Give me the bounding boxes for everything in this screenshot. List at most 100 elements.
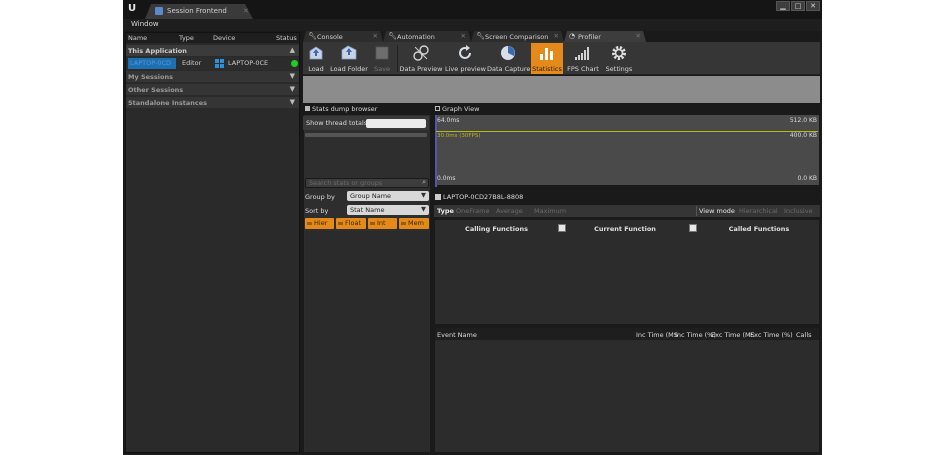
settings-button[interactable]: Settings <box>603 43 635 74</box>
graph-top-right-label: 512.0 KB <box>789 117 817 124</box>
col-event-name[interactable]: Event Name <box>437 331 477 339</box>
tab-automation[interactable]: 🔧︎ Automation ✕ <box>383 31 471 42</box>
device-header: LAPTOP-0CD27B8L-8808 <box>434 192 820 202</box>
live-preview-button[interactable]: Live preview <box>445 43 486 74</box>
windows-icon <box>215 59 224 68</box>
fps-chart-button[interactable]: FPS Chart <box>565 43 601 74</box>
load-folder-button[interactable]: Load Folder <box>330 43 368 74</box>
load-button[interactable]: Load <box>303 43 329 74</box>
live-preview-label: Live preview <box>445 65 486 73</box>
sort-by-label: Sort by <box>305 207 329 215</box>
refresh-icon <box>459 45 471 59</box>
thread-totals-input[interactable] <box>366 119 426 128</box>
col-exc-time-ms[interactable]: Exc Time (MS <box>711 331 755 339</box>
tool-tab-strip: 🔧︎ Console ✕ 🔧︎ Automation ✕ 🔧︎ Screen C… <box>303 31 822 42</box>
category-this-application[interactable]: This Application ▲ <box>126 45 299 56</box>
typebar-separator <box>696 206 697 216</box>
type-label: Type <box>437 207 454 215</box>
col-inc-time-ms[interactable]: Inc Time (MS <box>636 331 678 339</box>
filter-hier-button[interactable]: Hier <box>305 218 334 229</box>
close-icon[interactable]: ✕ <box>373 32 378 40</box>
col-calls[interactable]: Calls <box>796 331 812 339</box>
session-device: LAPTOP-0CE <box>228 59 269 67</box>
data-preview-label: Data Preview <box>399 65 443 73</box>
category-other-sessions[interactable]: Other Sessions ▼ <box>126 84 299 95</box>
stats-tree-list[interactable] <box>305 231 429 452</box>
chevron-down-icon: ▼ <box>289 72 295 80</box>
data-capture-button[interactable]: Data Capture <box>487 43 530 74</box>
chevron-up-icon: ▲ <box>289 46 295 54</box>
statistics-label: Statistics <box>532 65 562 73</box>
col-device[interactable]: Device <box>213 34 235 42</box>
profiler-toolbar: Load Load Folder Save Data Preview Live … <box>303 42 820 75</box>
session-table-header: Name Type Device Status <box>126 33 299 43</box>
tab-label: Screen Comparison <box>485 33 549 41</box>
graph-bottom-left-label: 0.0ms <box>437 175 456 182</box>
stats-dump-title-label: Stats dump browser <box>312 105 378 113</box>
sort-by-row: Sort by Stat Name ▼ <box>305 205 429 216</box>
graph-mid-right-label: 400.0 KB <box>789 132 817 139</box>
view-mode-label: View mode <box>699 207 735 215</box>
type-maximum-option[interactable]: Maximum <box>534 207 566 215</box>
search-icon: ⌕ <box>422 178 426 186</box>
save-label: Save <box>374 65 390 73</box>
type-view-mode-bar: Type OneFrame Average Maximum View mode … <box>434 205 820 217</box>
statistics-icon <box>540 48 553 60</box>
called-functions-header: Called Functions <box>728 225 790 233</box>
load-folder-label: Load Folder <box>330 65 368 73</box>
save-button[interactable]: Save <box>369 43 395 74</box>
chevron-down-icon: ▼ <box>421 191 426 199</box>
filter-float-button[interactable]: Float <box>336 218 366 229</box>
category-label: My Sessions <box>128 73 173 81</box>
current-function-checkbox[interactable] <box>689 224 697 232</box>
load-label: Load <box>308 65 324 73</box>
filter-mem-button[interactable]: Mem <box>399 218 429 229</box>
statistics-button[interactable]: Statistics <box>531 43 563 74</box>
tab-screen-comparison[interactable]: 🔧︎ Screen Comparison ✕ <box>471 31 564 42</box>
current-function-header: Current Function <box>594 225 656 233</box>
close-icon[interactable]: ✕ <box>554 32 559 40</box>
col-type[interactable]: Type <box>179 34 194 42</box>
device-icon <box>435 194 441 200</box>
view-inclusive-option[interactable]: Inclusive <box>784 207 813 215</box>
thread-totals-row: Show thread totals f <box>303 116 429 130</box>
calling-functions-checkbox[interactable] <box>558 224 566 232</box>
group-by-dropdown[interactable]: Group Name ▼ <box>347 191 429 201</box>
fps-threshold-line <box>436 131 818 132</box>
type-average-option[interactable]: Average <box>496 207 523 215</box>
profiler-icon: ◔ <box>569 32 576 40</box>
close-icon[interactable]: ✕ <box>461 32 466 40</box>
col-inc-time-pct[interactable]: Inc Time (%) <box>675 331 716 339</box>
toolbar-separator <box>397 45 398 72</box>
tab-console[interactable]: 🔧︎ Console ✕ <box>303 31 383 42</box>
close-icon[interactable]: ✕ <box>636 32 641 40</box>
thread-scrollbar[interactable] <box>305 133 427 137</box>
event-table-header: Event Name Inc Time (MS Inc Time (%) Exc… <box>435 328 819 340</box>
data-preview-button[interactable]: Data Preview <box>399 43 443 74</box>
col-name[interactable]: Name <box>128 34 147 42</box>
col-status[interactable]: Status <box>276 34 297 42</box>
category-my-sessions[interactable]: My Sessions ▼ <box>126 71 299 82</box>
data-preview-icon <box>413 45 429 61</box>
tab-label: Profiler <box>578 33 601 41</box>
tab-profiler[interactable]: ◔ Profiler ✕ <box>564 31 646 42</box>
category-label: Standalone Instances <box>128 99 207 107</box>
type-oneframe-option[interactable]: OneFrame <box>456 207 490 215</box>
category-label: This Application <box>128 47 187 55</box>
calling-functions-header: Calling Functions <box>465 225 528 233</box>
col-exc-time-pct[interactable]: Exc Time (%) <box>750 331 793 339</box>
session-type: Editor <box>182 59 202 67</box>
graph-view-panel[interactable]: 64.0ms 512.0 KB 400.0 KB 30.0ms (30FPS) … <box>434 114 820 187</box>
group-by-value: Group Name <box>350 192 392 200</box>
stats-search-box[interactable]: Search stats or groups ⌕ <box>305 178 429 188</box>
category-standalone-instances[interactable]: Standalone Instances ▼ <box>126 97 299 108</box>
sort-by-dropdown[interactable]: Stat Name ▼ <box>347 205 429 215</box>
session-browser-panel: Name Type Device Status This Application… <box>125 32 300 453</box>
toolbar-extension-area <box>303 76 820 103</box>
filter-int-button[interactable]: Int <box>368 218 397 229</box>
session-row[interactable]: LAPTOP-0CD Editor LAPTOP-0CE <box>126 57 299 70</box>
save-icon <box>375 46 389 60</box>
event-graph-panel: Event Name Inc Time (MS Inc Time (%) Exc… <box>434 327 820 453</box>
view-hierarchical-option[interactable]: Hierarchical <box>739 207 778 215</box>
data-capture-icon <box>501 46 515 60</box>
